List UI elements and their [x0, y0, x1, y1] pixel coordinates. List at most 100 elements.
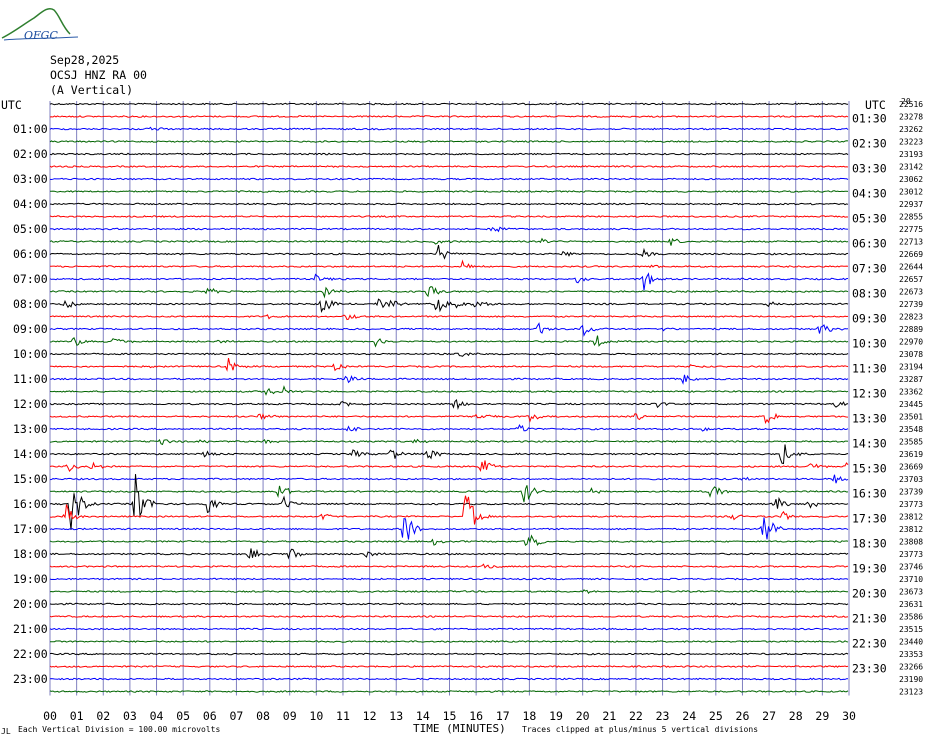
corner-mark: JL	[1, 727, 11, 736]
left-hour-label: 04:00	[13, 197, 48, 211]
x-tick-label: 00	[43, 709, 57, 723]
x-tick-label: 22	[629, 709, 643, 723]
left-hour-label: 15:00	[13, 472, 48, 486]
left-hour-label: 09:00	[13, 322, 48, 336]
x-tick-label: 13	[389, 709, 403, 723]
right-hour-label: 11:30	[852, 362, 887, 376]
x-tick-label: 28	[789, 709, 803, 723]
left-hour-label: 02:00	[13, 147, 48, 161]
trace-count-label: 23262	[899, 125, 923, 134]
x-tick-label: 05	[176, 709, 190, 723]
trace-count-label: 23631	[899, 600, 923, 609]
x-tick-label: 18	[522, 709, 536, 723]
trace-count-label: 23812	[899, 525, 923, 534]
trace-count-label: 23548	[899, 425, 923, 434]
left-hour-label: 11:00	[13, 372, 48, 386]
trace-count-label: 22775	[899, 225, 923, 234]
right-hour-label: 04:30	[852, 187, 887, 201]
trace-count-label: 23585	[899, 438, 923, 447]
x-tick-label: 11	[336, 709, 350, 723]
x-tick-label: 04	[150, 709, 164, 723]
right-hour-label: 14:30	[852, 437, 887, 451]
left-hour-label: 03:00	[13, 172, 48, 186]
trace-count-label: 22669	[899, 250, 923, 259]
left-hour-label: 06:00	[13, 247, 48, 261]
left-hour-label: 08:00	[13, 297, 48, 311]
x-tick-label: 25	[709, 709, 723, 723]
trace-count-label: 22713	[899, 238, 923, 247]
trace-count-label: 23078	[899, 350, 923, 359]
trace-count-label: 23773	[899, 500, 923, 509]
x-tick-label: 08	[256, 709, 270, 723]
trace-count-label: 22739	[899, 300, 923, 309]
left-hour-label: 17:00	[13, 522, 48, 536]
trace-count-label: 23062	[899, 175, 923, 184]
left-hour-label: 01:00	[13, 122, 48, 136]
trace-count-label: 23353	[899, 650, 923, 659]
right-hour-label: 17:30	[852, 512, 887, 526]
trace-count-label: 23669	[899, 463, 923, 472]
x-tick-label: 07	[230, 709, 244, 723]
x-tick-label: 09	[283, 709, 297, 723]
x-tick-label: 24	[682, 709, 696, 723]
trace-count-label: 23266	[899, 663, 923, 672]
trace-count-label: 23739	[899, 488, 923, 497]
trace-count-label: 23445	[899, 400, 923, 409]
left-hour-label: 13:00	[13, 422, 48, 436]
right-hour-label: 15:30	[852, 462, 887, 476]
trace-count-label: 23190	[899, 675, 923, 684]
trace-count-label: 22516	[899, 100, 923, 109]
right-hour-label: 08:30	[852, 287, 887, 301]
vertical-division-note: Each Vertical Division = 100.00 microvol…	[18, 725, 221, 734]
trace-count-label: 23012	[899, 188, 923, 197]
trace-count-label: 23278	[899, 113, 923, 122]
trace-count-label: 23142	[899, 163, 923, 172]
left-hour-label: 19:00	[13, 572, 48, 586]
right-hour-label: 09:30	[852, 312, 887, 326]
left-hour-label: 07:00	[13, 272, 48, 286]
x-tick-label: 23	[656, 709, 670, 723]
right-hour-label: 19:30	[852, 562, 887, 576]
trace-count-label: 23710	[899, 575, 923, 584]
right-hour-label: 05:30	[852, 212, 887, 226]
trace-count-label: 22970	[899, 338, 923, 347]
x-tick-label: 20	[576, 709, 590, 723]
x-tick-label: 27	[762, 709, 776, 723]
left-hour-label: 10:00	[13, 347, 48, 361]
x-tick-label: 06	[203, 709, 217, 723]
left-hour-label: 22:00	[13, 647, 48, 661]
x-tick-label: 15	[443, 709, 457, 723]
trace-count-label: 23194	[899, 363, 923, 372]
right-hour-label: 07:30	[852, 262, 887, 276]
left-hour-label: 18:00	[13, 547, 48, 561]
right-hour-label: 20:30	[852, 587, 887, 601]
x-tick-label: 29	[815, 709, 829, 723]
trace-count-label: 23123	[899, 688, 923, 697]
right-hour-label: 23:30	[852, 662, 887, 676]
x-tick-label: 16	[469, 709, 483, 723]
left-hour-label: 20:00	[13, 597, 48, 611]
trace-count-label: 23773	[899, 550, 923, 559]
left-hour-label: 21:00	[13, 622, 48, 636]
trace-line	[49, 102, 849, 106]
trace-count-label: 23703	[899, 475, 923, 484]
trace-count-label: 23808	[899, 538, 923, 547]
x-tick-label: 30	[842, 709, 856, 723]
left-hour-label: 16:00	[13, 497, 48, 511]
trace-count-label: 23223	[899, 138, 923, 147]
trace-count-label: 22889	[899, 325, 923, 334]
left-hour-label: 23:00	[13, 672, 48, 686]
trace-count-label: 23619	[899, 450, 923, 459]
x-tick-label: 10	[309, 709, 323, 723]
right-hour-label: 01:30	[852, 112, 887, 126]
trace-count-label: 22823	[899, 313, 923, 322]
trace-count-label: 23515	[899, 625, 923, 634]
x-tick-label: 12	[363, 709, 377, 723]
x-tick-label: 26	[736, 709, 750, 723]
right-hour-label: 22:30	[852, 637, 887, 651]
right-hour-label: 16:30	[852, 487, 887, 501]
x-tick-label: 17	[496, 709, 510, 723]
trace-count-label: 22855	[899, 213, 923, 222]
right-hour-label: 18:30	[852, 537, 887, 551]
right-hour-label: 06:30	[852, 237, 887, 251]
